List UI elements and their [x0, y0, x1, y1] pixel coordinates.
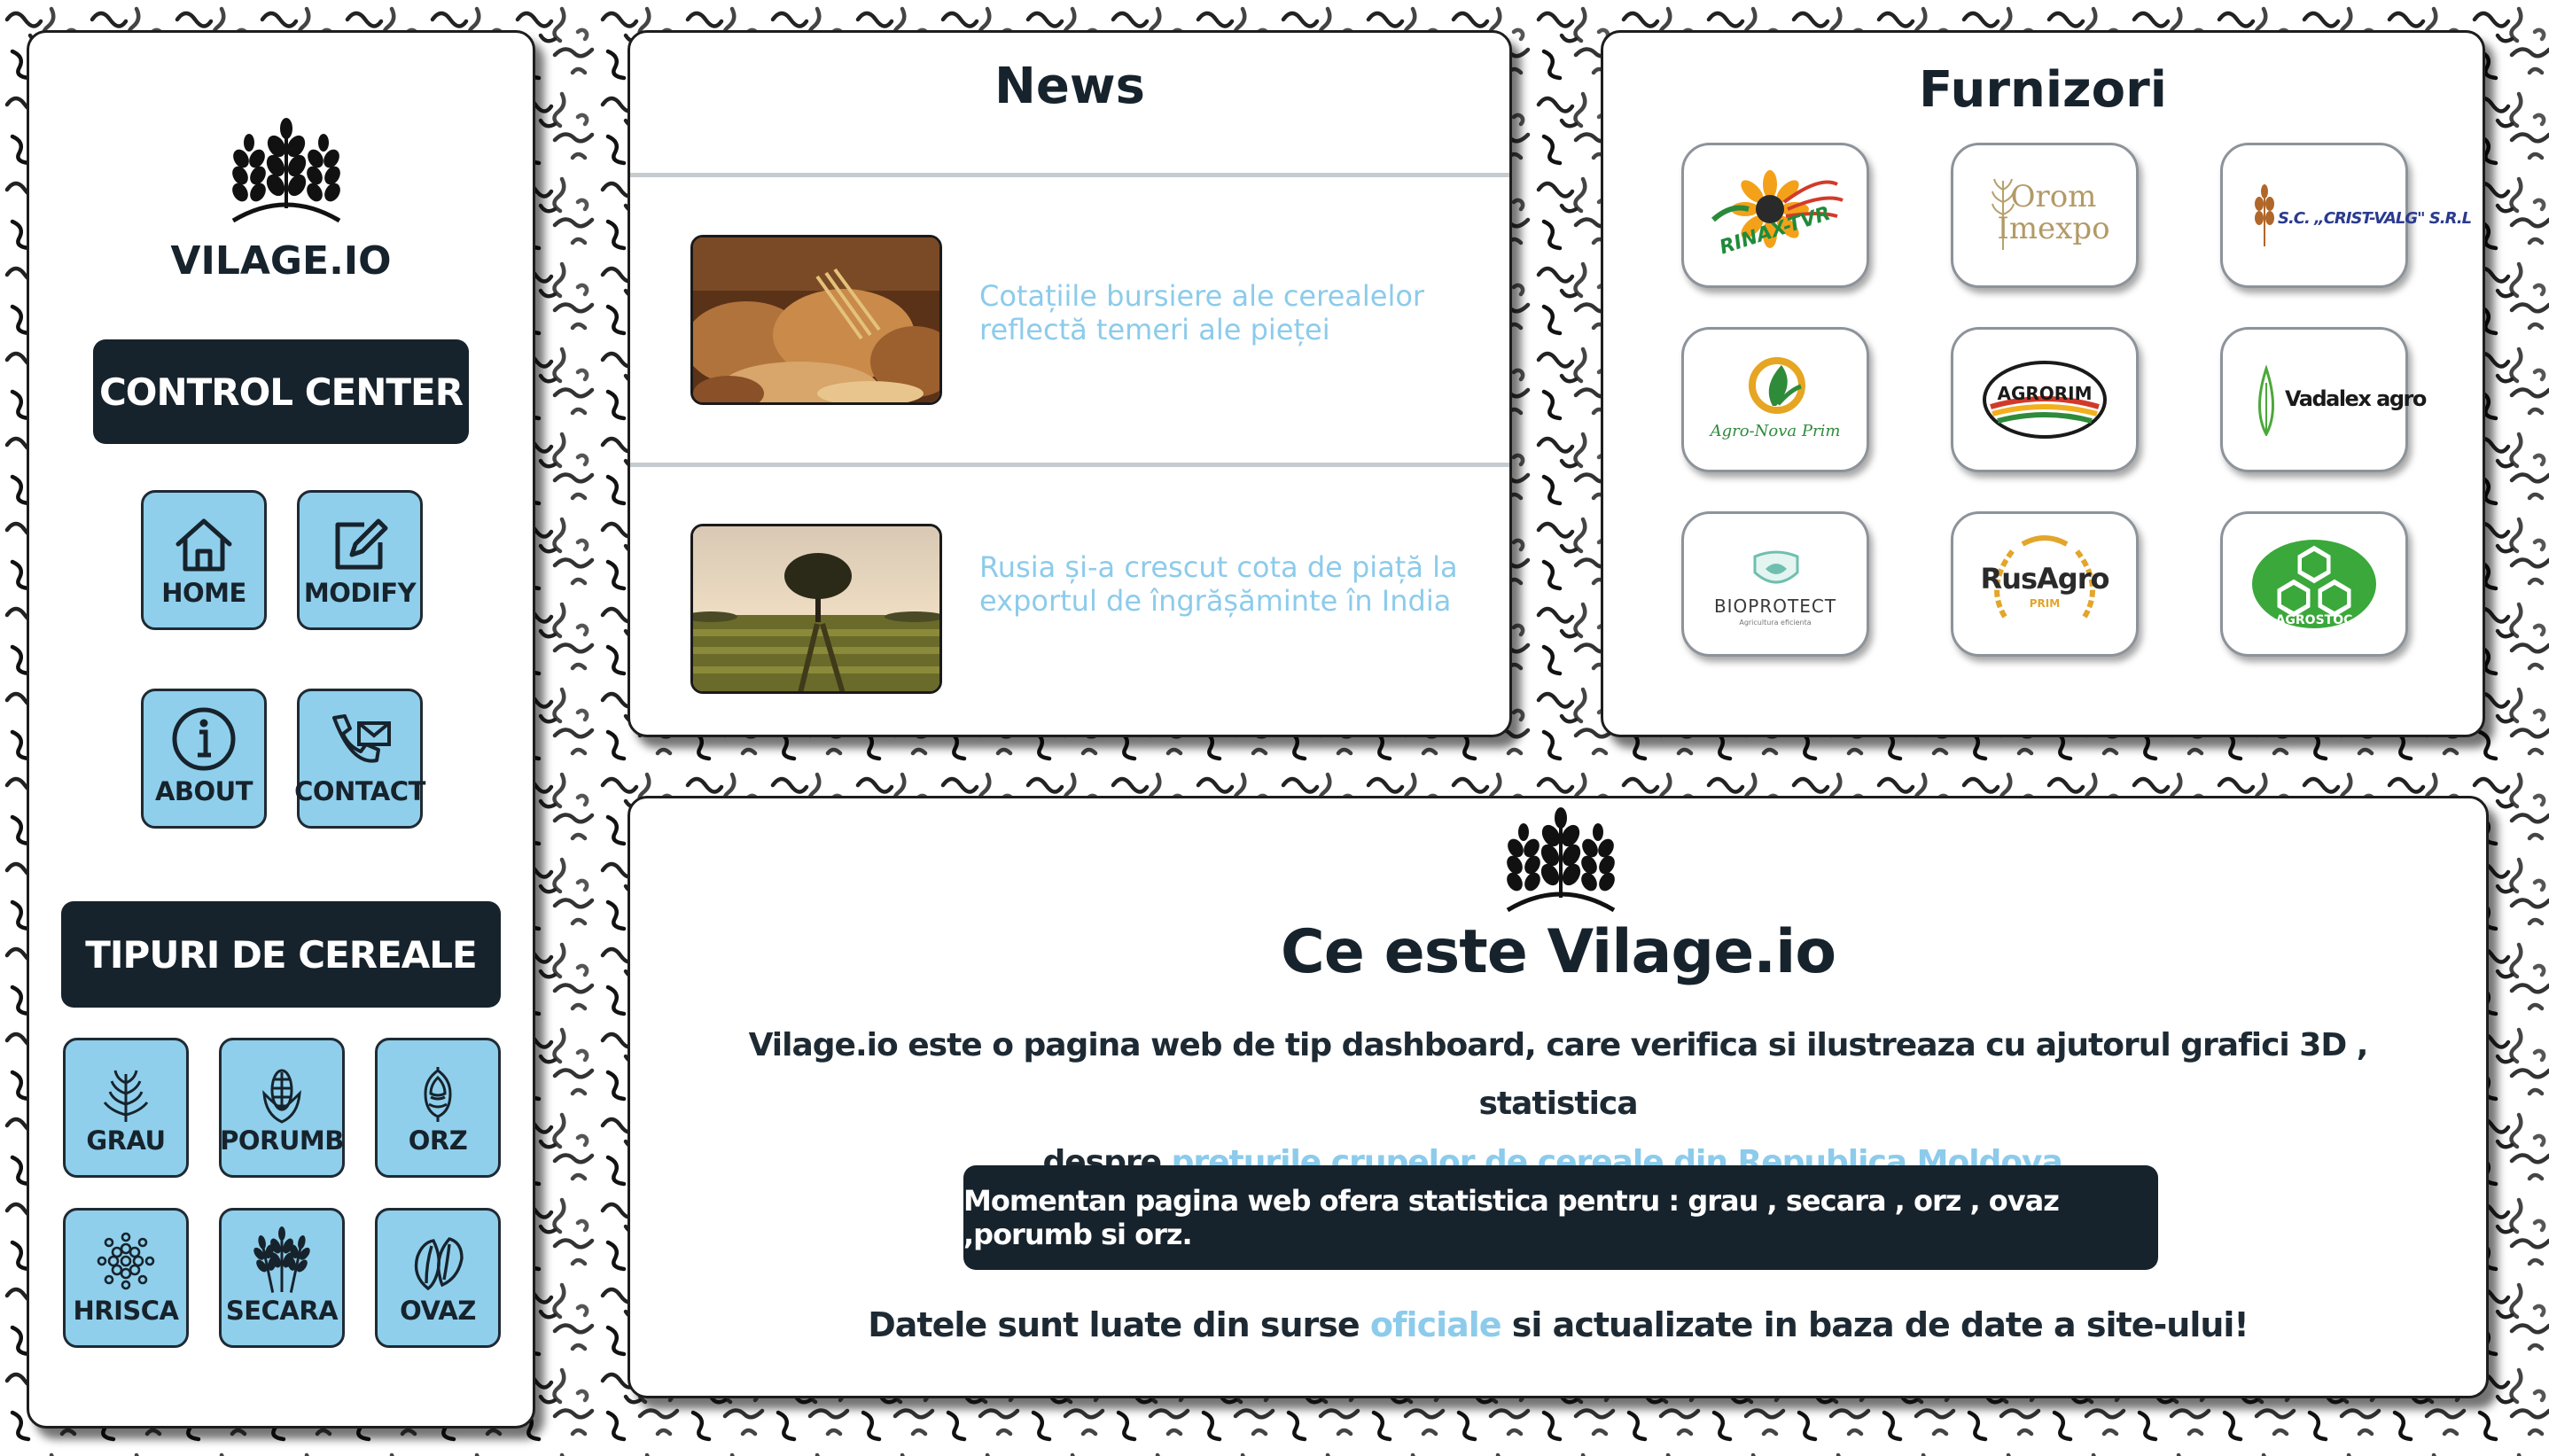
sidebar-panel: VILAGE.IO CONTROL CENTER HOME MODIFY ABO…: [27, 30, 535, 1429]
supplier-orom-name2: Imexpo: [1997, 211, 2110, 246]
news-title: News: [994, 58, 1145, 115]
supplier-rinax-logo[interactable]: RINAX-TVR: [1681, 143, 1869, 288]
supplier-agrorim-name: AGRORIM: [1997, 383, 2093, 404]
vadalex-leaf-icon: [2258, 365, 2274, 436]
agronova-leaf-icon: [1749, 357, 1805, 414]
nav-modify-button[interactable]: MODIFY: [297, 490, 423, 630]
news-divider: [630, 173, 1509, 177]
corn-icon: [262, 1069, 301, 1124]
supplier-bioprotect-sub: Agricultura eficienta: [1739, 619, 1812, 627]
cereal-porumb-label: PORUMB: [220, 1125, 344, 1156]
phone-mail-icon: [332, 714, 391, 763]
supplier-agrostoc-name: AGROSTOC: [2275, 613, 2353, 627]
brand-name: VILAGE.IO: [170, 238, 392, 284]
supplier-vadalex-name: Vadalex agro: [2285, 386, 2427, 411]
nav-home-label: HOME: [161, 578, 246, 608]
news-link-1[interactable]: Cotațiile bursiere ale cerealelor reflec…: [979, 279, 1458, 346]
about-description-text: Vilage.io este o pagina web de tip dashb…: [748, 1027, 2369, 1122]
supplier-rusagro-name: RusAgro: [1980, 562, 2110, 596]
about-footer-text: Datele sunt luate din surse: [868, 1305, 1370, 1344]
supplier-agrorim-logo[interactable]: AGRORIM: [1951, 327, 2139, 472]
supplier-cristvalg-name: S.C. „CRIST-VALG" S.R.L: [2278, 209, 2472, 228]
news-image-bread[interactable]: [690, 235, 942, 405]
news-divider-2: [630, 463, 1509, 467]
cereal-grau-label: GRAU: [86, 1125, 166, 1156]
cereal-grau-button[interactable]: GRAU: [63, 1038, 189, 1178]
bioprotect-emblem-icon: [1753, 550, 1799, 584]
news-link-2[interactable]: Rusia și-a crescut cota de piață la expo…: [979, 550, 1458, 618]
cristvalg-wheat-icon: [2255, 184, 2274, 246]
suppliers-panel: Furnizori RINAX-TVR Orom Imexpo S.C. „CR…: [1601, 30, 2485, 737]
info-icon: [172, 707, 236, 771]
bread-photo: [693, 237, 939, 402]
supplier-agronova-name: Agro-Nova Prim: [1710, 422, 1841, 440]
cereal-hrisca-button[interactable]: HRISCA: [63, 1208, 189, 1348]
cereal-types-title: TIPURI DE CEREALE: [61, 901, 501, 1008]
nav-about-label: ABOUT: [154, 776, 253, 806]
supplier-agrostoc-logo[interactable]: AGROSTOC: [2220, 511, 2408, 657]
rye-icon: [253, 1226, 310, 1293]
nav-home-button[interactable]: HOME: [141, 490, 267, 630]
cereal-hrisca-label: HRISCA: [73, 1296, 179, 1326]
supplier-rusagro-logo[interactable]: RusAgro PRIM: [1951, 511, 2139, 657]
official-sources-link[interactable]: oficiale: [1370, 1305, 1502, 1344]
cereal-ovaz-button[interactable]: OVAZ: [375, 1208, 501, 1348]
supplier-cristvalg-logo[interactable]: S.C. „CRIST-VALG" S.R.L: [2220, 143, 2472, 288]
supplier-orom-name: Orom: [2010, 179, 2097, 214]
field-photo: [693, 526, 939, 691]
cereal-porumb-button[interactable]: PORUMB: [219, 1038, 345, 1178]
news-image-field[interactable]: [690, 524, 942, 694]
statistics-banner: Momentan pagina web ofera statistica pen…: [963, 1165, 2158, 1270]
control-center-button[interactable]: CONTROL CENTER: [93, 339, 469, 444]
buckwheat-icon: [97, 1232, 155, 1290]
news-panel: News Cotațiile bursiere ale cerealelor r…: [628, 30, 1512, 737]
supplier-bioprotect-logo[interactable]: BIOPROTECT Agricultura eficienta: [1681, 511, 1869, 657]
supplier-bioprotect-name: BIOPROTECT: [1713, 596, 1837, 617]
wheat-logo-icon: [231, 118, 341, 223]
nav-about-button[interactable]: ABOUT: [141, 689, 267, 829]
cereal-orz-label: ORZ: [408, 1125, 468, 1156]
supplier-agronova-logo[interactable]: Agro-Nova Prim: [1681, 327, 1869, 472]
nav-modify-label: MODIFY: [303, 578, 417, 608]
home-icon: [175, 518, 232, 572]
cereal-ovaz-label: OVAZ: [400, 1296, 476, 1326]
wheat-logo-icon: [1506, 807, 1616, 913]
edit-icon: [335, 518, 388, 570]
supplier-vadalex-logo[interactable]: Vadalex agro: [2220, 327, 2427, 472]
suppliers-title: Furnizori: [1919, 61, 2167, 119]
about-title: Ce este Vilage.io: [1280, 917, 1836, 987]
cereal-orz-button[interactable]: ORZ: [375, 1038, 501, 1178]
cereal-secara-button[interactable]: SECARA: [219, 1208, 345, 1348]
about-footer-text-2: si actualizate in baza de date a site-ul…: [1501, 1305, 2249, 1344]
barley-icon: [424, 1067, 452, 1122]
about-panel: Ce este Vilage.io Vilage.io este o pagin…: [628, 796, 2489, 1398]
supplier-orom-logo[interactable]: Orom Imexpo: [1951, 143, 2139, 288]
nav-contact-button[interactable]: CONTACT: [294, 689, 425, 829]
about-footer: Datele sunt luate din surse oficiale si …: [630, 1305, 2486, 1344]
cereal-secara-label: SECARA: [225, 1296, 339, 1326]
rinax-sunflower-icon: [1711, 170, 1844, 248]
nav-contact-label: CONTACT: [294, 776, 425, 806]
oat-icon: [414, 1237, 464, 1291]
supplier-rusagro-sub: PRIM: [2029, 597, 2061, 610]
wheat-icon: [103, 1070, 149, 1122]
